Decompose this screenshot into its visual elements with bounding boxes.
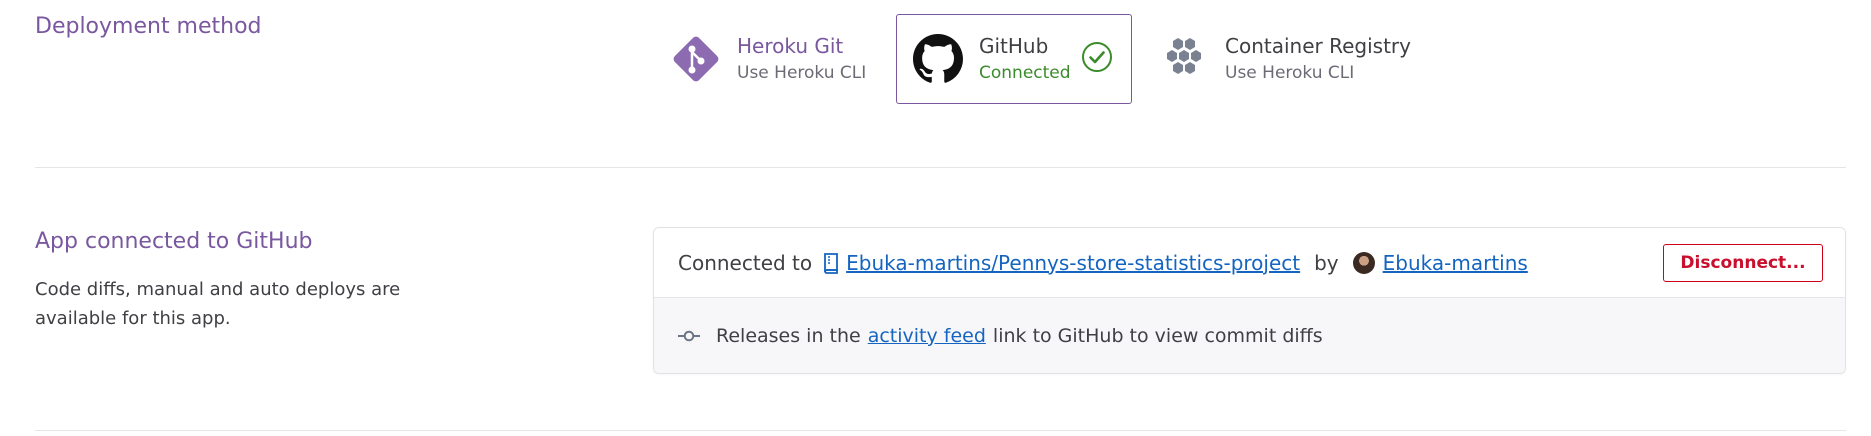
container-registry-icon: [1157, 32, 1211, 86]
avatar: [1352, 251, 1375, 274]
method-status: Connected: [979, 63, 1071, 83]
repo-link[interactable]: Ebuka-martins/Pennys-store-statistics-pr…: [846, 251, 1300, 275]
method-name: Container Registry: [1225, 34, 1411, 58]
releases-prefix: Releases in the: [716, 325, 861, 347]
disconnect-button[interactable]: Disconnect...: [1663, 244, 1823, 282]
app-connected-description: Code diffs, manual and auto deploys are …: [35, 279, 401, 329]
method-heroku-git[interactable]: Heroku Git Use Heroku CLI: [654, 14, 886, 104]
commit-icon: [678, 329, 700, 343]
deployment-method-title: Deployment method: [35, 14, 262, 39]
user-link[interactable]: Ebuka-martins: [1383, 251, 1528, 275]
heroku-git-icon: [669, 32, 723, 86]
section-divider: [35, 430, 1846, 431]
method-subtitle: Use Heroku CLI: [1225, 63, 1355, 83]
github-icon: [911, 32, 965, 86]
by-label: by: [1314, 250, 1339, 275]
repo-icon: [822, 252, 840, 274]
method-subtitle: Use Heroku CLI: [737, 63, 867, 83]
connected-to-label: Connected to: [678, 250, 813, 275]
releases-suffix: link to GitHub to view commit diffs: [992, 325, 1323, 347]
method-name: Heroku Git: [737, 34, 844, 58]
method-github[interactable]: GitHub Connected: [896, 14, 1132, 104]
method-name: GitHub: [979, 34, 1049, 58]
app-connected-title: App connected to GitHub: [35, 229, 313, 254]
github-connection-card: Connected to Ebuka-martins/Pennys-store-…: [653, 227, 1846, 374]
activity-feed-link[interactable]: activity feed: [868, 325, 986, 347]
section-divider: [35, 167, 1846, 168]
method-container-registry[interactable]: Container Registry Use Heroku CLI: [1142, 14, 1442, 104]
check-circle-icon: [1081, 41, 1113, 77]
